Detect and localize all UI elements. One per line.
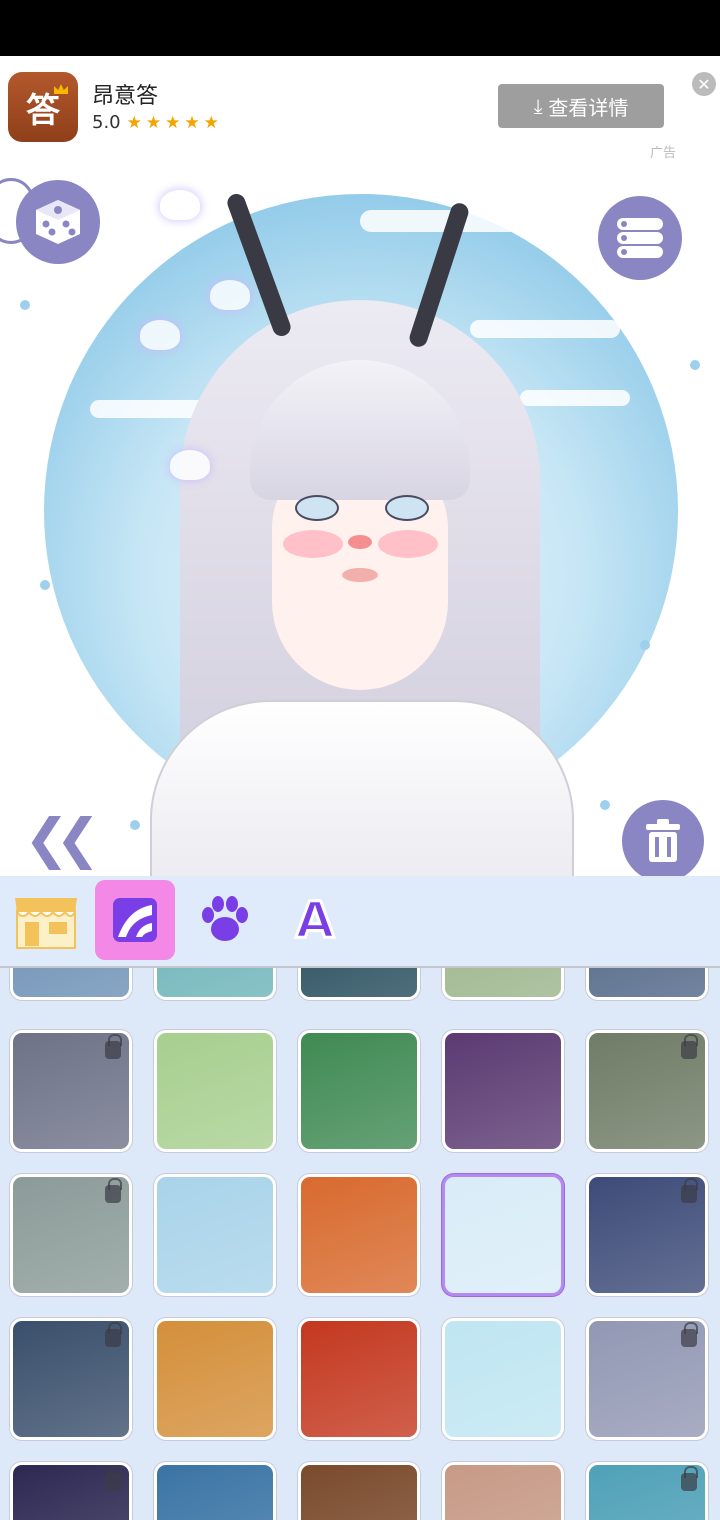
character-eye-right <box>385 495 429 521</box>
ad-app-icon[interactable]: 答 <box>8 72 78 142</box>
background-grid <box>0 968 720 1520</box>
randomize-button[interactable] <box>16 180 100 264</box>
background-tile[interactable] <box>442 1174 564 1296</box>
lock-icon <box>681 1322 698 1347</box>
background-tile[interactable] <box>586 1318 708 1440</box>
list-menu-icon <box>617 218 663 258</box>
snow-dot <box>600 800 610 810</box>
ad-tag: 广告 <box>650 146 677 161</box>
ad-app-name: 昂意答 <box>92 84 159 109</box>
snow-dot <box>40 580 50 590</box>
character-body <box>150 700 574 876</box>
butterfly <box>210 280 250 310</box>
background-tile[interactable] <box>10 968 132 1000</box>
ad-close-button[interactable]: ✕ <box>692 72 716 96</box>
lock-icon <box>681 1466 698 1491</box>
background-tile[interactable] <box>586 968 708 1000</box>
snow-dot <box>20 300 30 310</box>
tab-pet[interactable] <box>185 880 265 960</box>
snow-dot <box>640 640 650 650</box>
close-icon: ✕ <box>697 74 711 94</box>
shop-icon <box>15 898 77 949</box>
category-tab-bar: A <box>0 876 720 968</box>
background-tile[interactable] <box>10 1462 132 1520</box>
background-tile[interactable] <box>298 1174 420 1296</box>
background-tile[interactable] <box>154 968 276 1000</box>
cloud <box>470 320 620 338</box>
background-tile[interactable] <box>154 1174 276 1296</box>
collapse-panel-button[interactable]: ❮❮ <box>24 812 100 866</box>
cloud <box>360 210 520 232</box>
ad-banner[interactable]: 答 昂意答 5.0 ★★★★★ ⤓ 查看详情 ✕ 广告 <box>0 56 720 161</box>
dice-icon <box>36 200 80 244</box>
background-icon <box>113 898 157 942</box>
character-blush <box>378 530 438 558</box>
background-tile[interactable] <box>442 1462 564 1520</box>
status-bar <box>0 0 720 56</box>
tab-background[interactable] <box>95 880 175 960</box>
ad-details-label: 查看详情 <box>548 95 629 120</box>
background-tile[interactable] <box>154 1030 276 1152</box>
ad-details-button[interactable]: ⤓ 查看详情 <box>498 84 664 128</box>
background-tile[interactable] <box>298 1030 420 1152</box>
lock-icon <box>105 1034 122 1059</box>
character-nose <box>348 535 372 549</box>
character-eye-left <box>295 495 339 521</box>
delete-button[interactable] <box>622 800 704 882</box>
butterfly <box>140 320 180 350</box>
background-tile[interactable] <box>10 1174 132 1296</box>
background-tile[interactable] <box>442 1318 564 1440</box>
background-tile[interactable] <box>154 1462 276 1520</box>
character-blush <box>283 530 343 558</box>
butterfly <box>170 450 210 480</box>
background-tile[interactable] <box>154 1318 276 1440</box>
background-tile[interactable] <box>10 1030 132 1152</box>
star-rating-icon: ★★★★★ <box>126 112 223 133</box>
background-tile[interactable] <box>442 1030 564 1152</box>
tab-shop[interactable] <box>6 880 86 960</box>
background-tile[interactable] <box>298 968 420 1000</box>
text-icon: A <box>294 890 336 951</box>
background-tile[interactable] <box>442 968 564 1000</box>
tab-text[interactable]: A <box>275 880 355 960</box>
cloud <box>520 390 630 406</box>
snow-dot <box>690 360 700 370</box>
download-icon: ⤓ <box>533 94 543 118</box>
lock-icon <box>681 1034 698 1059</box>
background-tile[interactable] <box>586 1030 708 1152</box>
butterfly <box>160 190 200 220</box>
lock-icon <box>105 1466 122 1491</box>
lock-icon <box>105 1322 122 1347</box>
background-tile[interactable] <box>10 1318 132 1440</box>
ad-rating: 5.0 ★★★★★ <box>92 112 223 133</box>
ad-rating-value: 5.0 <box>92 112 121 133</box>
lock-icon <box>681 1178 698 1203</box>
background-tile[interactable] <box>586 1174 708 1296</box>
character-lips <box>342 568 378 582</box>
background-tile[interactable] <box>298 1462 420 1520</box>
lock-icon <box>105 1178 122 1203</box>
double-chevron-left-icon: ❮❮ <box>24 807 100 870</box>
background-tile[interactable] <box>298 1318 420 1440</box>
snow-dot <box>130 820 140 830</box>
background-tile[interactable] <box>586 1462 708 1520</box>
paw-icon <box>202 896 248 941</box>
menu-button[interactable] <box>598 196 682 280</box>
trash-icon <box>646 819 680 862</box>
